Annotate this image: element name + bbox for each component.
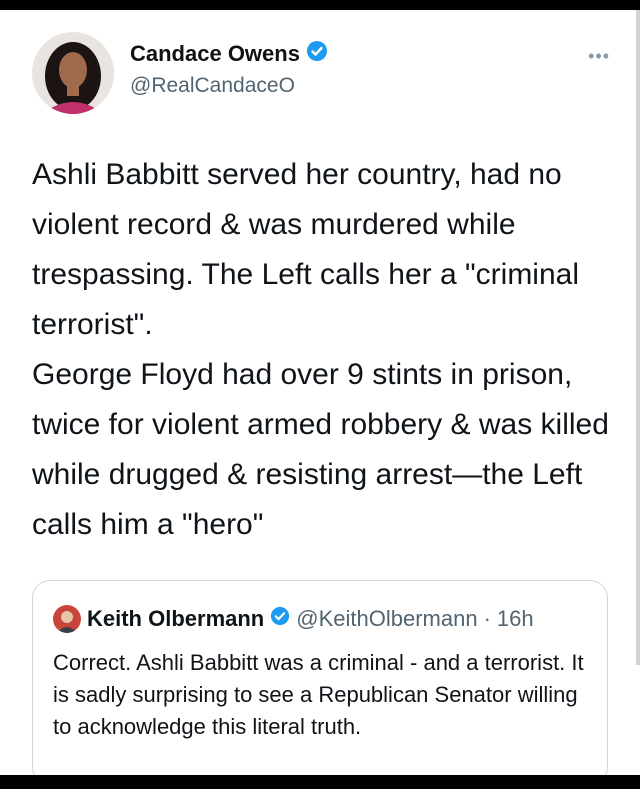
author-name-row[interactable]: Candace Owens	[130, 40, 328, 68]
quoted-author-avatar[interactable]	[53, 605, 81, 633]
tweet-text-paragraph: Ashli Babbitt served her country, had no…	[32, 158, 580, 341]
verified-badge-icon	[270, 606, 290, 632]
separator-dot: ·	[483, 606, 491, 631]
tweet-card: Candace Owens @RealCandaceO ••• Ashli Ba…	[0, 10, 640, 775]
quoted-author-name[interactable]: Keith Olbermann	[87, 606, 264, 632]
quoted-author-handle[interactable]: @KeithOlbermann	[296, 606, 477, 632]
more-options-icon[interactable]: •••	[588, 46, 610, 67]
quoted-tweet-text: Correct. Ashli Babbitt was a criminal - …	[53, 650, 584, 739]
author-avatar[interactable]	[32, 32, 114, 114]
verified-badge-icon	[306, 40, 328, 68]
scrollbar[interactable]	[636, 10, 640, 665]
tweet-text-paragraph: George Floyd had over 9 stints in prison…	[32, 358, 609, 541]
quoted-tweet[interactable]: Keith Olbermann @KeithOlbermann · 16h Co…	[32, 580, 608, 775]
quoted-tweet-header: Keith Olbermann @KeithOlbermann · 16h	[53, 605, 534, 633]
author-name[interactable]: Candace Owens	[130, 41, 300, 67]
author-info: Candace Owens @RealCandaceO	[130, 40, 328, 98]
author-handle[interactable]: @RealCandaceO	[130, 74, 328, 98]
quoted-timestamp[interactable]: 16h	[497, 606, 534, 632]
tweet-text: Ashli Babbitt served her country, had no…	[32, 150, 622, 550]
